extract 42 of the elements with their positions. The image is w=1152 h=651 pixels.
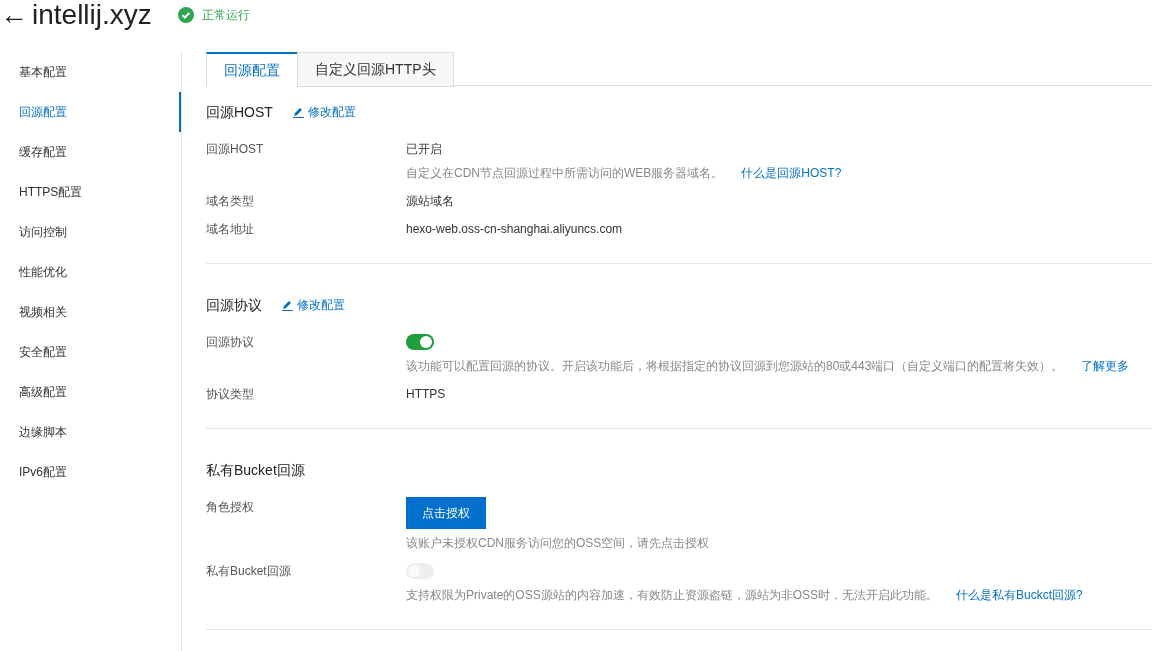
field-label: 角色授权 xyxy=(206,499,255,516)
tab[interactable]: 自定义回源HTTP头 xyxy=(297,52,454,87)
field-value: 已开启 xyxy=(406,141,443,158)
help-link[interactable]: 什么是回源HOST? xyxy=(741,163,842,183)
sidebar-item[interactable]: 基本配置 xyxy=(0,52,181,92)
sidebar-item[interactable]: 视频相关 xyxy=(0,292,181,332)
sidebar-item[interactable]: 安全配置 xyxy=(0,332,181,372)
toggle-switch[interactable] xyxy=(406,334,434,350)
hint-text: 该功能可以配置回源的协议。开启该功能后，将根据指定的协议回源到您源站的80或443端口（自定义端口的配置将失效）。 xyxy=(406,358,1064,375)
back-button[interactable]: ← xyxy=(0,0,28,30)
field-value: 源站域名 xyxy=(406,193,454,210)
sidebar-item[interactable]: IPv6配置 xyxy=(0,452,181,492)
status-text: 正常运行 xyxy=(201,7,250,24)
help-link[interactable]: 了解更多 xyxy=(1081,356,1130,376)
field-label: 私有Bucket回源 xyxy=(206,563,292,580)
field-label: 协议类型 xyxy=(206,386,255,403)
field-label: 域名类型 xyxy=(206,193,255,210)
authorize-button[interactable]: 点击授权 xyxy=(406,497,486,529)
field-value: HTTPS xyxy=(406,386,446,403)
sidebar-item[interactable]: 访问控制 xyxy=(0,212,181,252)
section-title: 私有Bucket回源 xyxy=(206,460,305,480)
field-label: 回源协议 xyxy=(206,334,255,351)
edit-link[interactable]: 修改配置 xyxy=(292,103,356,121)
sidebar-item[interactable]: HTTPS配置 xyxy=(0,172,181,212)
pencil-icon xyxy=(282,299,293,311)
field-value: hexo-web.oss-cn-shanghai.aliyuncs.com xyxy=(406,221,623,238)
hint-text: 该账户未授权CDN服务访问您的OSS空间，请先点击授权 xyxy=(406,535,710,552)
sidebar-item[interactable]: 回源配置 xyxy=(0,92,181,132)
edit-link[interactable]: 修改配置 xyxy=(282,296,345,314)
sidebar-item[interactable]: 缓存配置 xyxy=(0,132,181,172)
hint-text: 支持权限为Private的OSS源站的内容加速，有效防止资源盗链，源站为非OSS时，无法开启此功能。 xyxy=(406,587,939,604)
hint-text: 自定义在CDN节点回源过程中所需访问的WEB服务器域名。 xyxy=(406,165,724,182)
page-title: intellij.xyz xyxy=(32,0,152,30)
tab[interactable]: 回源配置 xyxy=(206,52,298,87)
section-title: 回源协议 xyxy=(206,295,262,315)
pencil-icon xyxy=(292,106,304,118)
section-title: 回源HOST xyxy=(206,102,273,122)
field-label: 域名地址 xyxy=(206,221,255,238)
field-label: 回源HOST xyxy=(206,141,265,158)
sidebar-item[interactable]: 性能优化 xyxy=(0,252,181,292)
sidebar-item[interactable]: 高级配置 xyxy=(0,372,181,412)
sidebar-item[interactable]: 边缘脚本 xyxy=(0,412,181,452)
